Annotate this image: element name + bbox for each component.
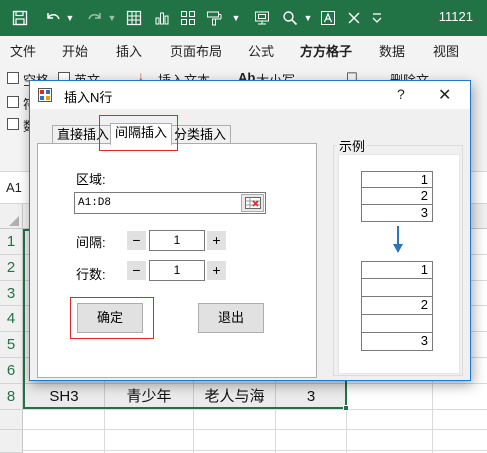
range-picker-button[interactable] (241, 194, 264, 212)
interval-label: 间隔: (76, 235, 106, 250)
symbol-checkbox[interactable] (7, 96, 19, 108)
table-icon[interactable] (124, 7, 144, 29)
example-after-cell: 1 (361, 261, 433, 279)
rows-plus-button[interactable]: + (207, 261, 226, 280)
find-dropdown-icon[interactable]: ▼ (302, 7, 314, 29)
range-label: 区域: (76, 172, 106, 187)
example-before-cell: 2 (361, 188, 433, 205)
example-after-blank-cell (361, 279, 433, 297)
save-icon[interactable] (10, 7, 30, 29)
close-button[interactable]: ✕ (438, 85, 451, 105)
example-after-blank-cell (361, 315, 433, 333)
find-icon[interactable] (280, 7, 300, 29)
row-header-10[interactable] (0, 430, 23, 453)
example-after-cell: 3 (361, 333, 433, 351)
dialog-app-icon (38, 88, 52, 102)
interval-plus-button[interactable]: + (207, 231, 226, 250)
example-before-cell: 1 (361, 171, 433, 188)
ok-button[interactable]: 确定 (77, 303, 143, 333)
grid-icon[interactable] (178, 7, 198, 29)
insert-n-rows-dialog: 插入N行 ? ✕ 直接插入 间隔插入 分类插入 区域: A1:D8 间隔: − … (29, 80, 471, 381)
tab-data[interactable]: 数据 (379, 41, 405, 60)
tab-direct-insert[interactable]: 直接插入 (52, 125, 115, 145)
gridline (23, 409, 487, 410)
help-button[interactable]: ? (397, 86, 405, 102)
range-picker-icon (244, 197, 261, 209)
tab-page-layout[interactable]: 页面布局 (170, 41, 222, 60)
undo-icon[interactable] (42, 7, 64, 29)
cell-a8[interactable]: SH3 (24, 385, 104, 409)
row-header-5[interactable]: 5 (0, 332, 23, 358)
interval-minus-button[interactable]: − (127, 231, 146, 250)
cell-c8[interactable]: 老人与海 (194, 385, 275, 409)
example-title: 示例 (337, 136, 368, 155)
interval-input[interactable]: 1 (149, 230, 205, 251)
tab-category-insert[interactable]: 分类插入 (169, 125, 232, 145)
cell-b8[interactable]: 青少年 (105, 385, 193, 409)
down-arrow-icon (393, 226, 403, 253)
row-header-2[interactable]: 2 (0, 255, 23, 281)
row-header-8[interactable]: 8 (0, 384, 23, 410)
tab-file[interactable]: 文件 (10, 41, 36, 60)
dialog-title-bar[interactable]: 插入N行 ? ✕ (30, 81, 470, 109)
tab-insert[interactable]: 插入 (116, 41, 142, 60)
row-header-6[interactable]: 6 (0, 358, 23, 384)
tab-interval-insert[interactable]: 间隔插入 (110, 123, 173, 145)
exit-button[interactable]: 退出 (198, 303, 264, 333)
row-header-4[interactable]: 4 (0, 306, 23, 332)
cell-d8[interactable]: 3 (276, 385, 346, 409)
clear-icon[interactable] (344, 7, 364, 29)
gridline (23, 450, 487, 451)
tab-view[interactable]: 视图 (433, 41, 459, 60)
undo-dropdown-icon[interactable]: ▼ (64, 7, 76, 29)
more-icon[interactable] (368, 7, 386, 29)
title-bar: ▼ ▼ ▼ ▼ 11121 (0, 0, 487, 36)
number-checkbox[interactable] (7, 118, 19, 130)
tab-home[interactable]: 开始 (62, 41, 88, 60)
gridline (23, 429, 487, 430)
example-after-cell: 2 (361, 297, 433, 315)
ribbon-tabs: 文件 开始 插入 页面布局 公式 方方格子 数据 视图 (0, 36, 487, 65)
rows-minus-button[interactable]: − (127, 261, 146, 280)
tab-fangfang[interactable]: 方方格子 (300, 41, 353, 65)
select-all-corner[interactable] (0, 204, 23, 229)
row-header-1[interactable]: 1 (0, 229, 23, 255)
row-header-9[interactable] (0, 410, 23, 430)
file-name: 11121 (438, 9, 473, 24)
example-before-cell: 3 (361, 205, 433, 222)
rows-input[interactable]: 1 (149, 260, 205, 281)
bar-chart-icon[interactable] (152, 7, 172, 29)
space-checkbox[interactable] (7, 72, 19, 84)
format-painter-icon[interactable] (204, 7, 226, 29)
font-icon[interactable] (318, 7, 338, 29)
redo-dropdown-icon[interactable]: ▼ (106, 7, 118, 29)
range-input[interactable]: A1:D8 (74, 192, 266, 214)
tab-formulas[interactable]: 公式 (248, 41, 274, 60)
qat-dropdown-icon[interactable]: ▼ (230, 7, 242, 29)
redo-icon[interactable] (84, 7, 106, 29)
rows-label: 行数: (76, 267, 106, 282)
row-header-3[interactable]: 3 (0, 281, 23, 306)
screen-icon[interactable] (252, 7, 272, 29)
name-box[interactable]: A1 (2, 177, 28, 199)
dialog-title: 插入N行 (64, 90, 113, 105)
